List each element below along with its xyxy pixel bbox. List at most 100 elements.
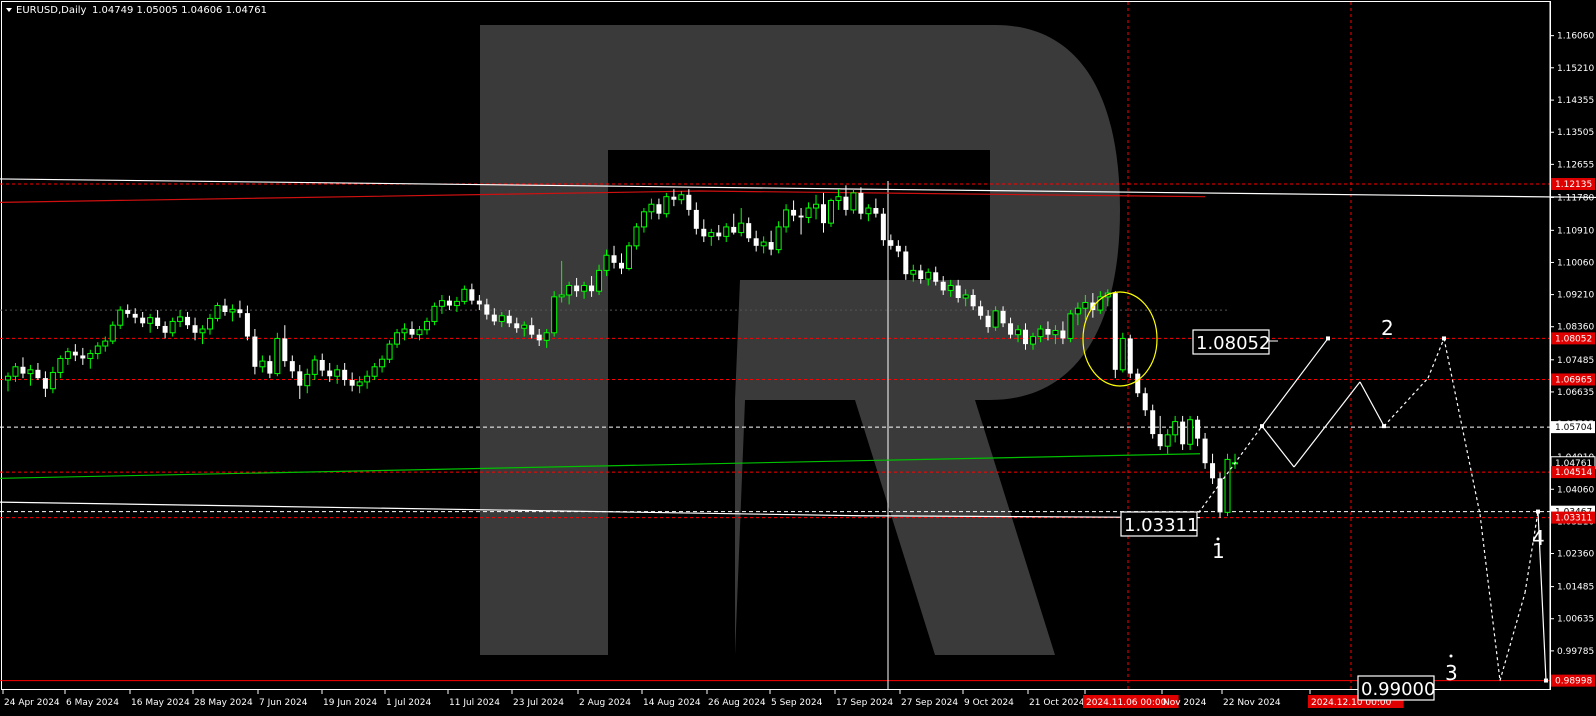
candle-body-bull [738, 222, 745, 234]
candle-body-bull [498, 315, 505, 322]
candle-body-bear [1202, 438, 1208, 464]
candle-body-bull [992, 310, 999, 328]
candle-body-bear [843, 196, 849, 210]
price-tag-label: 1.06965 [1555, 375, 1592, 385]
price-tick-label: 1.14355 [1557, 96, 1594, 106]
candle-body-bear [1045, 328, 1051, 335]
price-tag-label: 1.04514 [1555, 468, 1592, 478]
candle-body-bear [476, 300, 482, 305]
candle-body-bear [349, 380, 355, 386]
candle-body-bear [491, 314, 497, 322]
candle-body-bull [94, 345, 101, 355]
price-box-1-text: 1.08052 [1196, 333, 1270, 354]
candle-body-bear [940, 281, 946, 291]
candle-body-bear [282, 338, 288, 362]
candle-body-bear [985, 315, 991, 328]
candle-body-bull [865, 207, 872, 215]
header-symbol: EURUSD,Daily [16, 5, 87, 16]
candle-body-bear [140, 317, 146, 324]
candle-body-bear [237, 309, 243, 314]
date-tick-label: 27 Sep 2024 [901, 698, 958, 708]
candle-body-bear [222, 305, 228, 312]
candle-body-bull [640, 211, 647, 228]
date-tick-label: 7 Jun 2024 [259, 698, 308, 708]
candle-body-bear [244, 313, 250, 337]
chart-header[interactable]: EURUSD,Daily 1.04749 1.05005 1.04606 1.0… [6, 5, 267, 16]
candle-body-bull [1224, 458, 1231, 513]
candle-body-bull [461, 288, 468, 302]
candle-body-bear [798, 215, 804, 218]
candle-body-bear [162, 325, 168, 333]
candle-body-bull [827, 199, 834, 224]
candle-body-bear [1157, 434, 1163, 447]
candle-body-bear [1112, 293, 1118, 370]
candle-body-bear [671, 196, 677, 200]
candle-body-bull [925, 271, 932, 280]
candle-body-bear [1150, 410, 1156, 435]
candle-body-bull [57, 357, 64, 373]
candle-body-bear [327, 370, 333, 377]
candle-body-bear [589, 285, 595, 292]
candle-body-bull [813, 203, 820, 209]
candle-body-bull [87, 353, 94, 359]
price-box-3: 0.99000 [1357, 675, 1435, 701]
candle-body-bull [1067, 313, 1074, 339]
date-tick-label: 28 May 2024 [194, 698, 253, 708]
candle-body-bull [64, 351, 71, 359]
date-tick-label: 26 Aug 2024 [708, 698, 766, 708]
price-tick-label: 1.04060 [1557, 485, 1594, 495]
candle-body-bull [311, 359, 318, 375]
price-tick-label: 1.01485 [1557, 583, 1594, 593]
candle-body-bear [753, 238, 759, 246]
candle-body-bear [267, 361, 273, 374]
candle-body-bull [663, 196, 670, 215]
candle-body-bull [177, 316, 184, 322]
candle-body-bear [888, 240, 894, 246]
candle-body-bear [20, 366, 26, 374]
candle-body-bear [536, 334, 542, 341]
price-tick-label: 1.10060 [1557, 258, 1594, 268]
candle-body-bear [574, 285, 580, 292]
candle-body-bull [438, 300, 445, 307]
candle-body-bear [1135, 373, 1141, 394]
candle-body-bull [1172, 421, 1179, 436]
candle-body-bull [401, 328, 408, 334]
wave-label-4: 4 [1532, 526, 1545, 550]
price-box-1: 1.08052 [1192, 329, 1278, 355]
price-tick-label: 0.99785 [1557, 647, 1594, 657]
candle-body-bear [686, 194, 692, 210]
date-tick-label: 21 Oct 2024 [1029, 698, 1085, 708]
candle-body-bear [155, 317, 161, 326]
candle-body-bear [319, 359, 325, 371]
candlestick-chart[interactable]: 1.16060 1.15210 1.14355 1.13505 1.12655 1.117… [0, 0, 1596, 716]
price-tick-label: 1.15210 [1557, 64, 1594, 74]
candle-body-bull [1164, 434, 1171, 447]
candle-body-bull [1029, 336, 1036, 345]
candle-body-bull [521, 324, 528, 329]
candle-body-bull [27, 369, 34, 375]
candle-body-bull [379, 358, 386, 368]
candle-body-bear [716, 232, 722, 237]
candle-body-bear [619, 262, 624, 269]
candle-body-bull [1074, 307, 1081, 315]
candle-body-bear [484, 304, 490, 315]
price-tag-label: 1.05704 [1555, 423, 1592, 433]
candle-body-bear [506, 315, 512, 324]
candle-body-bull [12, 366, 19, 377]
candle-body-bear [895, 245, 901, 252]
candle-body-bull [259, 360, 266, 368]
wave-label-1: 1 [1212, 539, 1225, 563]
candle-body-bull [558, 294, 565, 298]
candle-body-bull [596, 269, 603, 292]
date-tick-label: 11 Jul 2024 [449, 698, 500, 708]
candle-body-bear [42, 378, 48, 389]
candle-body-bull [1187, 419, 1194, 445]
candle-body-bull [805, 207, 812, 218]
candle-body-bull [648, 203, 655, 213]
candle-body-bear [1008, 323, 1014, 335]
candle-body-bull [603, 254, 610, 271]
candle-body-bear [873, 208, 879, 214]
price-tick-label: 1.08360 [1557, 323, 1594, 333]
candle-body-bull [5, 375, 11, 381]
candle-body-bull [947, 285, 954, 291]
